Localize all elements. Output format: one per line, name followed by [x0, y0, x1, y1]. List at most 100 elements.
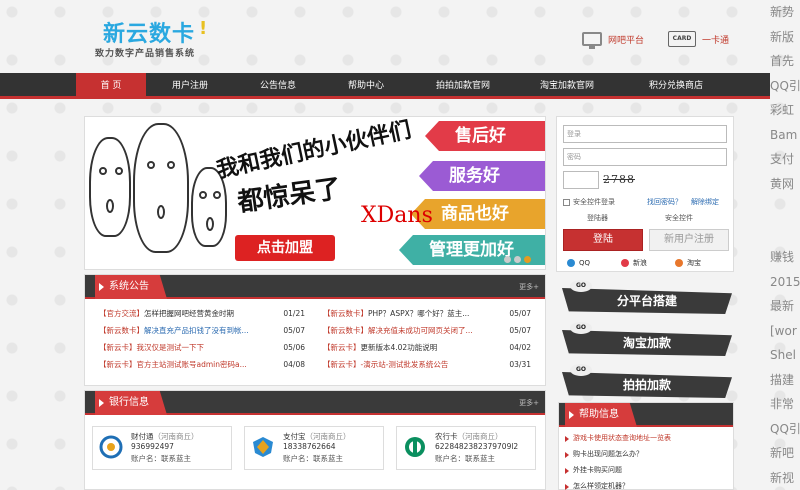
- card-link-label: 一卡通: [702, 35, 730, 46]
- register-button[interactable]: 新用户注册: [649, 229, 729, 251]
- notice-date: 04/02: [509, 343, 531, 352]
- promo-paipai[interactable]: 拍拍加款: [562, 372, 732, 398]
- nav-item-help[interactable]: 帮助中心: [326, 73, 406, 99]
- notice-tag: 【新云数卡】: [99, 326, 144, 335]
- bank-title: 银行信息: [95, 391, 167, 415]
- secure-control-label[interactable]: 安全控件: [665, 213, 693, 223]
- tenpay-icon: [99, 435, 123, 459]
- notice-date: 03/31: [509, 360, 531, 369]
- nav-item-taobao[interactable]: 淘宝加款官网: [522, 73, 612, 99]
- edge-text[interactable]: 黄网: [770, 172, 800, 197]
- notice-tag: 【新云数卡】: [323, 326, 368, 335]
- edge-text[interactable]: 新版: [770, 25, 800, 50]
- go-badge: GO: [570, 280, 592, 292]
- edge-text[interactable]: 新视: [770, 466, 800, 490]
- edge-text[interactable]: 新势: [770, 0, 800, 25]
- nav-item-home[interactable]: 首 页: [76, 73, 146, 99]
- slide-dot[interactable]: [514, 256, 521, 263]
- slide-indicator: [504, 256, 531, 263]
- safe-control-checkbox[interactable]: 安全控件登录: [563, 197, 615, 207]
- notice-tag: 【新云卡】: [323, 360, 361, 369]
- edge-text[interactable]: 首先: [770, 49, 800, 74]
- help-item[interactable]: 游戏卡使用状态查询地址一览表: [565, 433, 671, 443]
- notice-item[interactable]: 【新云数卡】解决直充产品扣钱了没有到帐... 05/07: [99, 322, 305, 339]
- bank-card-tenpay: 财付通（河南商丘） 936992497 账户名：联系蓝主: [92, 426, 232, 470]
- notice-item[interactable]: 【新云卡】更新版本4.02功能说明 04/02: [323, 339, 531, 356]
- logo-exclamation: !: [199, 18, 208, 39]
- edge-text: [770, 196, 800, 221]
- bank-number: 18338762664: [283, 442, 336, 451]
- edge-text[interactable]: 赚钱: [770, 245, 800, 270]
- taobao-login[interactable]: 淘宝: [673, 256, 723, 270]
- edge-text[interactable]: 非常: [770, 392, 800, 417]
- notice-text: -演示站-测试批发系统公告: [360, 360, 449, 369]
- notice-text: 怎样把握网吧经营黄金时期: [144, 309, 234, 318]
- notice-date: 04/08: [283, 360, 305, 369]
- nav-item-register[interactable]: 用户注册: [150, 73, 230, 99]
- edge-text[interactable]: 最新: [770, 294, 800, 319]
- notice-date: 05/07: [283, 326, 305, 335]
- edge-text[interactable]: 彩虹: [770, 98, 800, 123]
- edge-text[interactable]: 描建: [770, 368, 800, 393]
- promo-taobao[interactable]: 淘宝加款: [562, 330, 732, 356]
- notice-item[interactable]: 【新云卡】-演示站-测试批发系统公告 03/31: [323, 356, 531, 373]
- qq-login[interactable]: QQ: [565, 256, 615, 270]
- notice-date: 01/21: [283, 309, 305, 318]
- sina-login[interactable]: 新浪: [619, 256, 669, 270]
- notice-item[interactable]: 【新云卡】官方主站测试账号admin密码a... 04/08: [99, 356, 305, 373]
- captcha-input[interactable]: [563, 171, 599, 189]
- card-link[interactable]: CARD 一卡通: [668, 28, 729, 50]
- bank-holder: 账户名：联系蓝主: [435, 454, 495, 463]
- nav-item-paipai[interactable]: 拍拍加款官网: [418, 73, 508, 99]
- help-header: 帮助信息: [559, 403, 733, 427]
- edge-text[interactable]: 新吧: [770, 441, 800, 466]
- card-icon: CARD: [668, 31, 696, 47]
- bank-card-abc: 农行卡（河南商丘） 6228482382379709l2 账户名：联系蓝主: [396, 426, 536, 470]
- netbar-platform-link[interactable]: 网吧平台: [582, 28, 644, 50]
- nav-item-notices[interactable]: 公告信息: [238, 73, 318, 99]
- login-box: 登录 密码 2788 安全控件登录 找回密码？ 解除绑定 登陆器 安全控件 登陆…: [556, 116, 734, 272]
- join-button[interactable]: 点击加盟: [235, 235, 335, 261]
- slide-dot-active[interactable]: [524, 256, 531, 263]
- notices-more-link[interactable]: 更多+: [519, 275, 539, 299]
- edge-text[interactable]: 2015: [770, 270, 800, 295]
- bank-more-link[interactable]: 更多+: [519, 391, 539, 415]
- notice-tag: 【新云卡】: [99, 343, 137, 352]
- bank-name: 财付通（河南商丘）: [131, 432, 199, 441]
- password-input[interactable]: 密码: [563, 148, 727, 166]
- notice-date: 05/06: [283, 343, 305, 352]
- account-input[interactable]: 登录: [563, 125, 727, 143]
- monitor-icon: [582, 32, 602, 49]
- help-item[interactable]: 外挂卡购买问题: [565, 465, 622, 475]
- login-button[interactable]: 登陆: [563, 229, 643, 251]
- edge-text[interactable]: Bam: [770, 123, 800, 148]
- bank-holder: 账户名：联系蓝主: [283, 454, 343, 463]
- edge-text[interactable]: QQ引: [770, 74, 800, 99]
- notice-item[interactable]: 【新云数卡】PHP？ASPX？哪个好？蓝主... 05/07: [323, 305, 531, 322]
- notice-item[interactable]: 【新云数卡】解决充值未成功可网页关闭了... 05/07: [323, 322, 531, 339]
- cartoon-face: [133, 123, 189, 253]
- notice-text: 我汉仅是测试一下下: [136, 343, 205, 352]
- right-edge-sidebar: 新势 新版 首先 QQ引 彩虹 Bam 支付 黄网 赚钱 2015 最新 [wo…: [770, 0, 800, 490]
- unbind-link[interactable]: 解除绑定: [691, 197, 719, 207]
- bank-name: 农行卡（河南商丘）: [435, 432, 503, 441]
- help-item[interactable]: 怎么样领定机器？: [565, 481, 629, 490]
- edge-text[interactable]: [wor: [770, 319, 800, 344]
- edge-text[interactable]: Shel: [770, 343, 800, 368]
- promo-banner[interactable]: 我和我们的小伙伴们 都惊呆了 售后好 服务好 商品也好 管理更加好 点击加盟 X…: [84, 116, 546, 270]
- bank-holder: 账户名：联系蓝主: [131, 454, 191, 463]
- captcha-image[interactable]: 2788: [603, 173, 635, 186]
- find-password-link[interactable]: 找回密码？: [647, 197, 682, 207]
- nav-item-points-shop[interactable]: 积分兑换商店: [628, 73, 724, 99]
- login-type-label[interactable]: 登陆器: [587, 213, 608, 223]
- edge-text[interactable]: QQ引: [770, 417, 800, 442]
- site-logo[interactable]: 新云数卡 ! 致力数字产品销售系统: [95, 16, 220, 60]
- promo-substation[interactable]: 分平台搭建: [562, 288, 732, 314]
- notice-tag: 【新云卡】: [323, 343, 361, 352]
- notice-text: PHP？ASPX？哪个好？蓝主...: [368, 309, 470, 318]
- edge-text[interactable]: 支付: [770, 147, 800, 172]
- slide-dot[interactable]: [504, 256, 511, 263]
- notice-item[interactable]: 【官方交流】怎样把握网吧经营黄金时期 01/21: [99, 305, 305, 322]
- help-item[interactable]: 购卡出现问题怎么办？: [565, 449, 643, 459]
- notice-item[interactable]: 【新云卡】我汉仅是测试一下下 05/06: [99, 339, 305, 356]
